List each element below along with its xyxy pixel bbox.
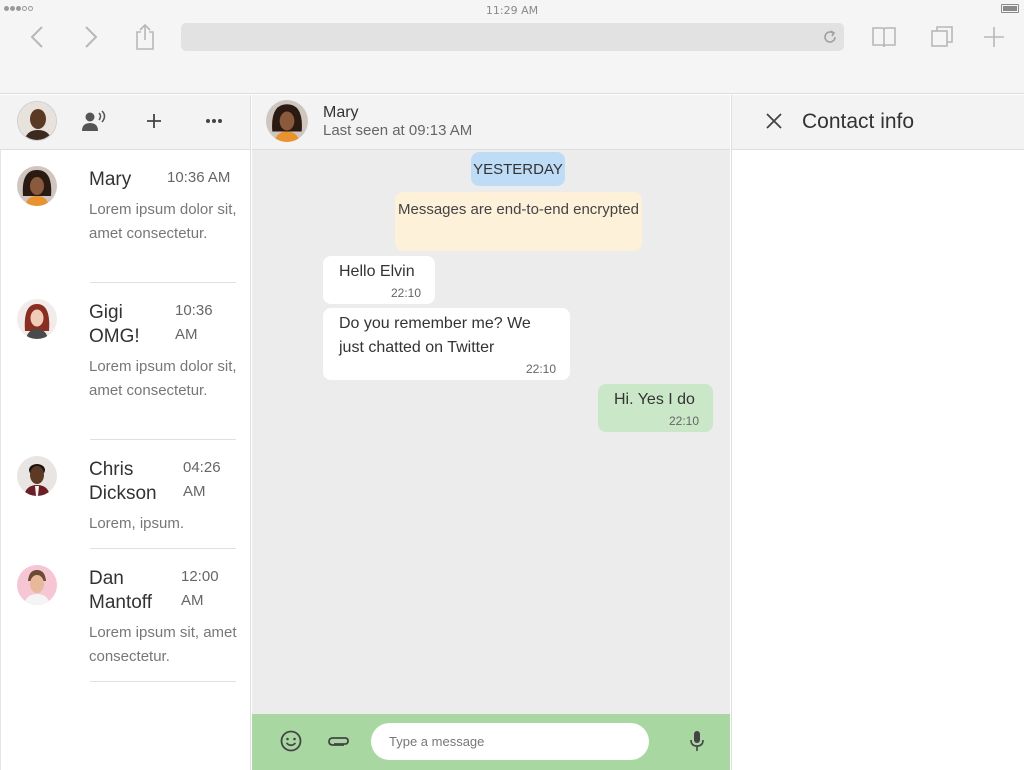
divider: [90, 548, 236, 549]
paperclip-icon: [328, 737, 349, 746]
tabs-button[interactable]: [927, 22, 957, 52]
chat-name: Gigi OMG!: [89, 302, 140, 347]
contact-photo-icon: [17, 456, 57, 496]
message-time: 22:10: [668, 414, 699, 428]
microphone-icon: [690, 731, 704, 751]
message-time: 22:10: [390, 286, 421, 300]
plus-icon: [147, 114, 161, 128]
message-area: YESTERDAY Messages are end-to-end encryp…: [252, 150, 730, 714]
contact-photo-icon: [17, 565, 57, 605]
divider: [90, 681, 236, 682]
broadcast-icon: [82, 110, 106, 131]
chat-time: 10:36 AM: [167, 169, 231, 186]
profile-photo-icon: [18, 102, 56, 140]
smiley-icon: [280, 730, 302, 752]
chat-preview: Lorem ipsum dolor sit, amet consectetur.: [89, 201, 237, 242]
chat-time: 12:00 AM: [181, 568, 219, 609]
back-button[interactable]: [22, 22, 52, 52]
conversation-header[interactable]: Mary Last seen at 09:13 AM: [252, 95, 730, 150]
chat-time: 04:26 AM: [183, 459, 221, 500]
share-button[interactable]: [130, 22, 160, 52]
chat-list: Mary 10:36 AM Lorem ipsum dolor sit, ame…: [0, 150, 251, 770]
chat-preview: Lorem ipsum sit, amet consectetur.: [89, 624, 237, 665]
new-tab-button[interactable]: [979, 22, 1009, 52]
message-text: Hi. Yes I do: [614, 391, 695, 408]
chat-preview: Lorem ipsum dolor sit, amet consectetur.: [89, 358, 237, 399]
divider: [90, 439, 236, 440]
reader-mode-button[interactable]: [869, 22, 899, 52]
chevron-right-icon: [85, 26, 98, 48]
tabs-icon: [931, 26, 953, 47]
new-chat-button[interactable]: [141, 108, 167, 134]
avatar: [17, 299, 57, 339]
avatar: [17, 166, 57, 206]
menu-button[interactable]: [201, 108, 227, 134]
contact-photo-icon: [17, 299, 57, 339]
more-horizontal-icon: [206, 119, 222, 123]
book-icon: [872, 27, 896, 48]
message-text: Hello Elvin: [339, 263, 415, 280]
message-composer: [252, 714, 730, 770]
reload-icon[interactable]: [822, 29, 838, 45]
browser-chrome: 11:29 AM: [0, 0, 1024, 94]
close-contact-info-button[interactable]: [762, 109, 786, 133]
chat-list-header: [0, 95, 251, 150]
chevron-left-icon: [30, 26, 43, 48]
message-text: Do you remember me? We just chatted on T…: [339, 315, 531, 356]
encryption-notice: Messages are end-to-end encrypted: [395, 192, 642, 251]
plus-icon: [984, 27, 1004, 47]
chat-name: Dan Mantoff: [89, 568, 153, 613]
conversation-contact-name: Mary: [323, 104, 359, 121]
my-avatar[interactable]: [17, 101, 57, 141]
message-bubble-incoming[interactable]: Hello Elvin 22:10: [323, 256, 435, 304]
chat-preview: Lorem, ipsum.: [89, 515, 185, 532]
chat-time: 10:36 AM: [175, 302, 213, 343]
contact-photo-icon: [266, 100, 308, 142]
battery-icon: [1001, 4, 1019, 13]
status-button[interactable]: [81, 108, 107, 134]
avatar: [17, 565, 57, 605]
avatar[interactable]: [266, 100, 308, 142]
contact-info-title: Contact info: [802, 110, 915, 133]
last-seen-status: Last seen at 09:13 AM: [323, 122, 473, 139]
date-separator: YESTERDAY: [471, 152, 565, 186]
message-bubble-outgoing[interactable]: Hi. Yes I do 22:10: [598, 384, 713, 432]
status-clock: 11:29 AM: [485, 4, 539, 17]
chat-name: Mary: [89, 169, 132, 190]
attach-button[interactable]: [326, 728, 352, 754]
share-icon: [136, 23, 154, 50]
close-icon: [766, 113, 782, 129]
address-bar[interactable]: [181, 23, 844, 51]
avatar: [17, 456, 57, 496]
contact-photo-icon: [17, 166, 57, 206]
voice-message-button[interactable]: [684, 728, 710, 754]
divider: [90, 282, 236, 283]
contact-info-panel: [731, 150, 1024, 770]
message-time: 22:10: [525, 362, 556, 376]
message-bubble-incoming[interactable]: Do you remember me? We just chatted on T…: [323, 308, 570, 380]
message-input[interactable]: [371, 723, 649, 760]
contact-info-header: Contact info: [731, 95, 1024, 150]
forward-button[interactable]: [76, 22, 106, 52]
emoji-button[interactable]: [278, 728, 304, 754]
chat-name: Chris Dickson: [89, 459, 157, 504]
